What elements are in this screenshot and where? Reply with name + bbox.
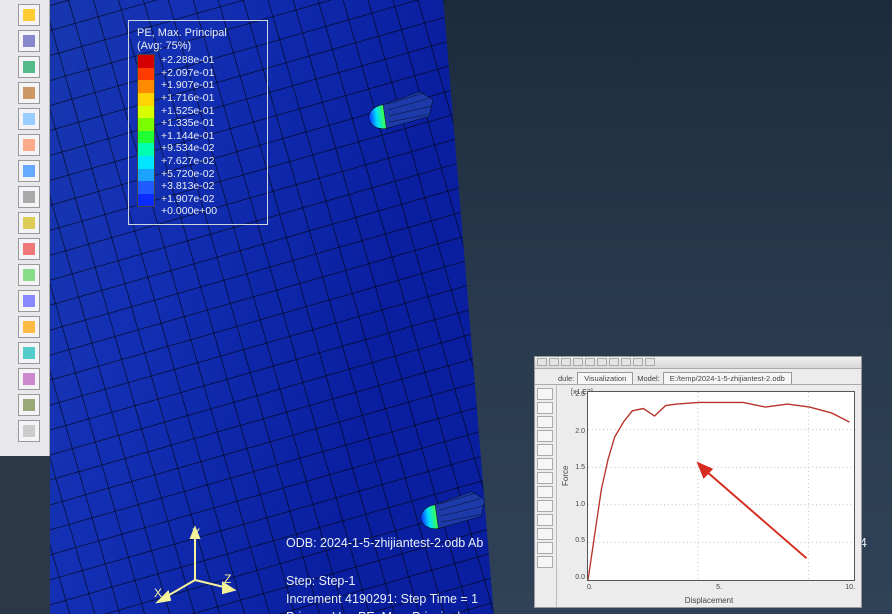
tool-button-12[interactable] <box>18 290 40 312</box>
inset-side-3[interactable] <box>537 416 553 428</box>
inset-tool-7[interactable] <box>609 358 619 366</box>
xy-plot-area[interactable]: [x1.E3] 2.52.01.51.00.50.0 <box>557 385 861 607</box>
inset-side-12[interactable] <box>537 542 553 554</box>
tool-button-1[interactable] <box>18 4 40 26</box>
tool-button-13[interactable] <box>18 316 40 338</box>
inset-tool-8[interactable] <box>621 358 631 366</box>
inset-tool-5[interactable] <box>585 358 595 366</box>
y-ticks: 2.52.01.51.00.50.0 <box>573 391 585 581</box>
inset-side-6[interactable] <box>537 458 553 470</box>
tool-button-2[interactable] <box>18 30 40 52</box>
inset-toolbar <box>535 357 861 369</box>
tool-button-10[interactable] <box>18 238 40 260</box>
plot-canvas <box>587 391 855 581</box>
inset-tool-2[interactable] <box>549 358 559 366</box>
tool-button-14[interactable] <box>18 342 40 364</box>
module-label: dule: <box>555 373 577 384</box>
inset-side-8[interactable] <box>537 486 553 498</box>
model-selector[interactable]: E:/temp/2024-1-5-zhijiantest-2.odb <box>663 372 792 384</box>
legend-ticks: +2.288e-01+2.097e-01+1.907e-01+1.716e-01… <box>161 54 217 218</box>
module-selector[interactable]: Visualization <box>577 372 633 384</box>
tool-button-11[interactable] <box>18 264 40 286</box>
inset-tool-4[interactable] <box>573 358 583 366</box>
tool-button-7[interactable] <box>18 160 40 182</box>
tool-button-9[interactable] <box>18 212 40 234</box>
inset-side-5[interactable] <box>537 444 553 456</box>
inset-tool-6[interactable] <box>597 358 607 366</box>
y-axis-label: Force <box>561 466 570 486</box>
inset-window[interactable]: dule: Visualization Model: E:/temp/2024-… <box>534 356 862 608</box>
status-increment-line: Increment 4190291: Step Time = 1 <box>286 590 483 608</box>
inset-side-9[interactable] <box>537 500 553 512</box>
inset-side-4[interactable] <box>537 430 553 442</box>
axis-x-label: X <box>154 586 162 600</box>
inset-side-toolbar <box>535 385 557 607</box>
tool-button-17[interactable] <box>18 420 40 442</box>
tool-button-3[interactable] <box>18 56 40 78</box>
axis-z-label: Z <box>224 572 231 586</box>
inset-side-11[interactable] <box>537 528 553 540</box>
tool-button-15[interactable] <box>18 368 40 390</box>
inset-tool-10[interactable] <box>645 358 655 366</box>
inset-tool-1[interactable] <box>537 358 547 366</box>
tool-button-16[interactable] <box>18 394 40 416</box>
tool-button-5[interactable] <box>18 108 40 130</box>
vertical-toolbar <box>0 0 50 456</box>
status-step-line: Step: Step-1 <box>286 572 483 590</box>
inset-context-bar: dule: Visualization Model: E:/temp/2024-… <box>535 369 861 385</box>
legend-colorbar <box>137 54 155 207</box>
legend-title: PE, Max. Principal(Avg: 75%) <box>137 27 261 52</box>
model-label: Model: <box>634 373 663 384</box>
x-ticks: 0.5.10. <box>587 584 855 591</box>
inset-side-10[interactable] <box>537 514 553 526</box>
inset-tool-9[interactable] <box>633 358 643 366</box>
inset-tool-3[interactable] <box>561 358 571 366</box>
tool-button-8[interactable] <box>18 186 40 208</box>
tool-button-4[interactable] <box>18 82 40 104</box>
model-viewport[interactable]: PE, Max. Principal(Avg: 75%) +2.288e-01+… <box>50 0 892 614</box>
inset-side-13[interactable] <box>537 556 553 568</box>
axis-y-label: Y <box>192 526 200 540</box>
inset-side-7[interactable] <box>537 472 553 484</box>
status-odb-line: ODB: 2024-1-5-zhijiantest-2.odb Ab <box>286 534 483 552</box>
x-axis-label: Displacement <box>685 596 733 605</box>
orientation-triad: Y X Z <box>150 520 240 610</box>
viewport-status-text: ODB: 2024-1-5-zhijiantest-2.odb Ab 024 S… <box>286 534 483 614</box>
tool-button-6[interactable] <box>18 134 40 156</box>
inset-side-2[interactable] <box>537 402 553 414</box>
status-primary-var-line: Primary Var: PE, Max. Principal <box>286 608 483 614</box>
contour-legend: PE, Max. Principal(Avg: 75%) +2.288e-01+… <box>128 20 268 225</box>
inset-side-1[interactable] <box>537 388 553 400</box>
